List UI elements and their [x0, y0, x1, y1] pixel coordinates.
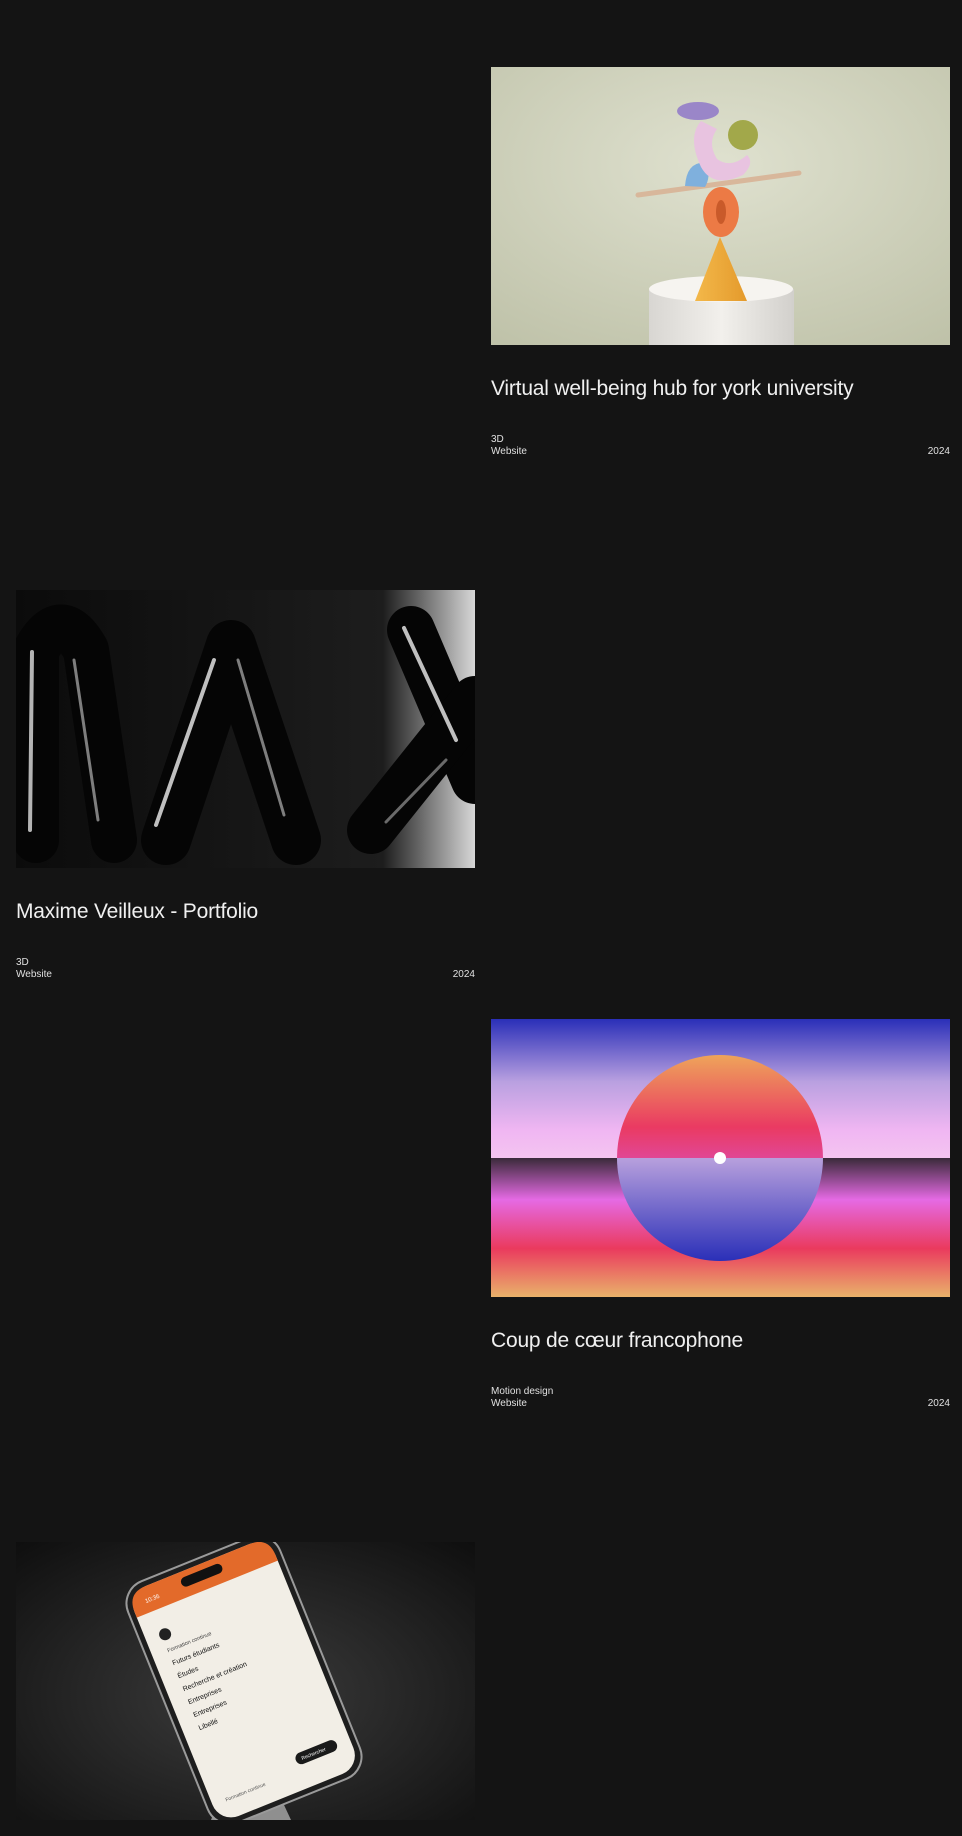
project-meta: 3D Website 2024 — [491, 434, 950, 458]
project-card[interactable]: 10:36 Formation continue Futurs étudiant… — [16, 1542, 475, 1820]
project-meta: Motion design Website 2024 — [491, 1386, 950, 1410]
project-tag: Motion design — [491, 1386, 554, 1397]
project-year: 2024 — [927, 1398, 950, 1409]
project-image-max-letters[interactable] — [16, 590, 475, 868]
project-image-phone-mockup[interactable]: 10:36 Formation continue Futurs étudiant… — [16, 1542, 475, 1820]
project-tag: 3D — [16, 957, 29, 968]
project-card[interactable]: Virtual well-being hub for york universi… — [491, 67, 950, 457]
project-image-sculpture[interactable] — [491, 67, 950, 345]
project-tag: Website — [491, 1398, 527, 1409]
project-card[interactable]: Coup de cœur francophone Motion design W… — [491, 1019, 950, 1409]
project-title[interactable]: Virtual well-being hub for york universi… — [491, 377, 854, 401]
project-meta: 3D Website 2024 — [16, 957, 475, 981]
project-tag: Website — [16, 969, 52, 980]
project-title[interactable]: Maxime Veilleux - Portfolio — [16, 900, 258, 924]
project-year: 2024 — [452, 969, 475, 980]
project-year: 2024 — [927, 446, 950, 457]
project-tag: Website — [491, 446, 527, 457]
project-title[interactable]: Coup de cœur francophone — [491, 1329, 743, 1353]
project-tag: 3D — [491, 434, 504, 445]
project-image-gradient-sun[interactable] — [491, 1019, 950, 1297]
project-card[interactable]: Maxime Veilleux - Portfolio 3D Website 2… — [16, 590, 475, 980]
